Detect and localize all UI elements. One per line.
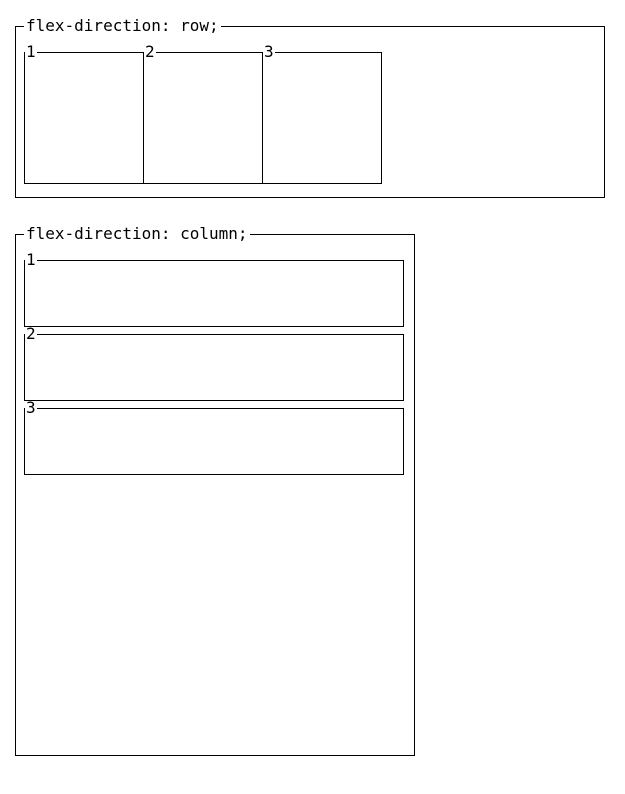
row-box-2: 2 [143,44,263,184]
col-box-1-label: 1 [25,252,37,268]
example-row-legend: flex-direction: row; [24,18,221,34]
example-col-container: flex-direction: column; 1 2 3 [15,226,415,756]
flex-col-wrap: 1 2 3 [24,252,404,475]
flex-row-wrap: 1 2 3 [24,44,594,184]
col-box-1: 1 [24,252,404,327]
row-box-3-label: 3 [263,44,275,60]
row-box-3: 3 [262,44,382,184]
example-row-container: flex-direction: row; 1 2 3 [15,18,605,198]
row-box-1-label: 1 [25,44,37,60]
col-box-3: 3 [24,400,404,475]
col-box-2: 2 [24,326,404,401]
example-col-legend: flex-direction: column; [24,226,250,242]
col-box-2-label: 2 [25,326,37,342]
row-box-1: 1 [24,44,144,184]
col-box-3-label: 3 [25,400,37,416]
row-box-2-label: 2 [144,44,156,60]
